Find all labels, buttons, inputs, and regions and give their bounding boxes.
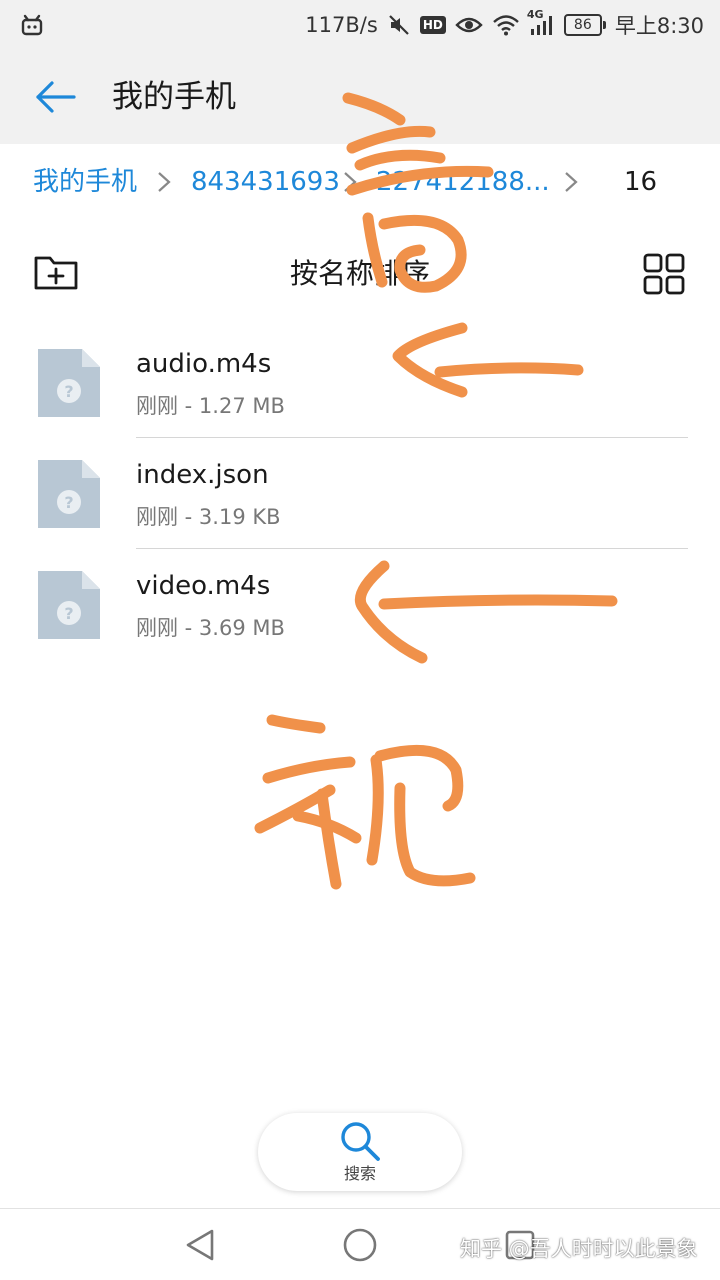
unknown-file-icon: ? bbox=[38, 460, 100, 528]
network-type: 4G bbox=[526, 8, 544, 21]
breadcrumb: 我的手机 843431693 227412188... 16 bbox=[0, 144, 720, 220]
wifi-icon bbox=[493, 15, 519, 36]
toolbar: 按名称排序 bbox=[0, 232, 720, 312]
svg-text:?: ? bbox=[64, 493, 73, 512]
svg-text:?: ? bbox=[64, 382, 73, 401]
annotation-stroke bbox=[374, 745, 464, 812]
annotation-stroke bbox=[254, 784, 336, 834]
search-button[interactable]: 搜索 bbox=[258, 1113, 462, 1191]
nav-back-icon[interactable] bbox=[182, 1227, 218, 1263]
breadcrumb-item-folder-1[interactable]: 843431693 bbox=[191, 164, 340, 200]
file-meta: 刚刚 - 3.19 KB bbox=[136, 505, 281, 529]
battery-level: 86 bbox=[563, 14, 602, 36]
status-indicators: 117B/s HD 4G 86 早上8:30 bbox=[305, 0, 704, 50]
file-name: video.m4s bbox=[136, 571, 271, 601]
clock: 早上8:30 bbox=[614, 14, 704, 38]
system-nav-bar: 知乎 @吾人时时以此景象 bbox=[0, 1208, 720, 1280]
status-bar: 117B/s HD 4G 86 早上8:30 bbox=[0, 0, 720, 50]
file-meta: 刚刚 - 3.69 MB bbox=[136, 616, 285, 640]
annotation-stroke bbox=[266, 714, 326, 734]
grid-view-icon[interactable] bbox=[642, 252, 686, 296]
screen: 117B/s HD 4G 86 早上8:30 我的手机 我的手机 8434316… bbox=[0, 0, 720, 1280]
annotation-stroke bbox=[394, 782, 476, 887]
file-name: audio.m4s bbox=[136, 349, 272, 379]
watermark-text: 知乎 @吾人时时以此景象 bbox=[460, 1237, 698, 1261]
file-list: ? audio.m4s 刚刚 - 1.27 MB ? index.json 刚刚… bbox=[0, 327, 720, 660]
list-item[interactable]: ? index.json 刚刚 - 3.19 KB bbox=[0, 438, 720, 549]
page-title: 我的手机 bbox=[112, 79, 236, 115]
file-meta: 刚刚 - 1.27 MB bbox=[136, 394, 285, 418]
bilibili-icon bbox=[21, 14, 43, 36]
battery-icon: 86 bbox=[563, 14, 606, 36]
annotation-stroke bbox=[262, 756, 356, 784]
breadcrumb-item-root[interactable]: 我的手机 bbox=[33, 164, 137, 200]
search-icon bbox=[341, 1122, 380, 1161]
battery-tip bbox=[602, 21, 606, 29]
mute-icon bbox=[389, 15, 409, 35]
app-bar: 我的手机 bbox=[0, 50, 720, 144]
chevron-right-icon bbox=[344, 172, 357, 192]
unknown-file-icon: ? bbox=[38, 571, 100, 639]
signal-group: 4G bbox=[527, 8, 555, 36]
nav-home-icon[interactable] bbox=[342, 1227, 378, 1263]
sort-by-name-button[interactable]: 按名称排序 bbox=[0, 254, 720, 294]
search-label: 搜索 bbox=[343, 1164, 376, 1183]
chevron-right-icon bbox=[565, 172, 578, 192]
unknown-file-icon: ? bbox=[38, 349, 100, 417]
chevron-right-icon bbox=[158, 172, 171, 192]
hd-badge: HD bbox=[419, 16, 446, 34]
net-speed: 117B/s bbox=[305, 13, 378, 37]
annotation-stroke bbox=[316, 788, 342, 890]
list-item[interactable]: ? audio.m4s 刚刚 - 1.27 MB bbox=[0, 327, 720, 438]
back-arrow-icon[interactable] bbox=[30, 75, 80, 119]
file-name: index.json bbox=[136, 460, 269, 490]
breadcrumb-item-current: 16 bbox=[624, 167, 658, 197]
breadcrumb-item-folder-2[interactable]: 227412188... bbox=[376, 164, 550, 200]
annotation-stroke bbox=[366, 754, 384, 866]
eye-icon bbox=[455, 17, 483, 33]
list-item[interactable]: ? video.m4s 刚刚 - 3.69 MB bbox=[0, 549, 720, 660]
svg-text:?: ? bbox=[64, 604, 73, 623]
annotation-stroke bbox=[292, 810, 362, 844]
